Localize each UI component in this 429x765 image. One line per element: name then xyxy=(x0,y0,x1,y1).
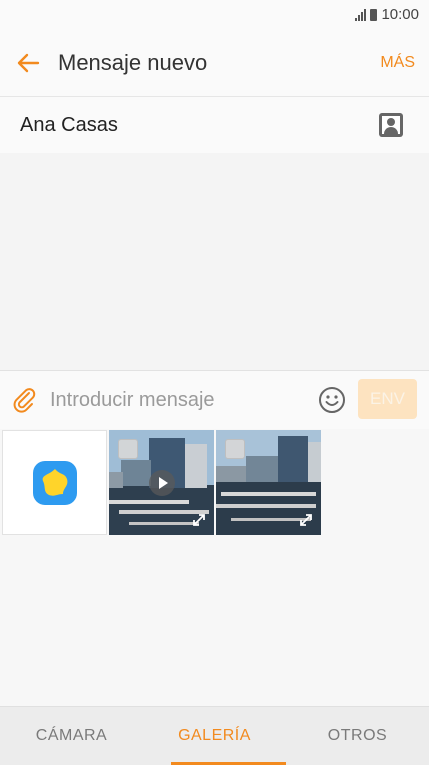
paperclip-icon[interactable] xyxy=(12,387,38,413)
gallery-app-icon xyxy=(33,461,77,505)
page-title: Mensaje nuevo xyxy=(58,50,208,75)
signal-icon xyxy=(355,8,367,21)
gallery-panel xyxy=(0,429,429,706)
checkbox-icon[interactable] xyxy=(225,439,245,459)
expand-icon[interactable] xyxy=(299,513,313,527)
message-input[interactable] xyxy=(50,385,300,415)
checkbox-icon[interactable] xyxy=(118,439,138,459)
status-icons: 10:00 xyxy=(355,6,419,23)
conversation-area xyxy=(0,153,429,370)
tab-galeria[interactable]: GALERÍA xyxy=(143,707,286,765)
app-bar: Mensaje nuevo MÁS xyxy=(0,30,429,96)
more-button[interactable]: MÁS xyxy=(380,54,415,72)
gallery-thumbnail[interactable] xyxy=(109,430,214,535)
recipient-name[interactable]: Ana Casas xyxy=(20,114,118,137)
play-icon[interactable] xyxy=(148,469,176,497)
status-bar: 10:00 xyxy=(0,0,429,30)
arrow-left-icon[interactable] xyxy=(14,49,42,77)
gallery-thumbnail[interactable] xyxy=(216,430,321,535)
bottom-tabs: CÁMARA GALERÍA OTROS xyxy=(0,706,429,765)
send-button[interactable]: ENV xyxy=(358,379,417,419)
expand-icon[interactable] xyxy=(192,513,206,527)
tab-otros[interactable]: OTROS xyxy=(286,707,429,765)
contact-icon[interactable] xyxy=(379,113,403,137)
battery-icon xyxy=(370,8,378,21)
tab-camara[interactable]: CÁMARA xyxy=(0,707,143,765)
message-composer: ENV xyxy=(0,370,429,430)
recipient-row[interactable]: Ana Casas xyxy=(0,96,429,154)
gallery-app-tile[interactable] xyxy=(2,430,107,535)
smiley-icon[interactable] xyxy=(318,386,346,414)
status-time: 10:00 xyxy=(381,6,419,23)
